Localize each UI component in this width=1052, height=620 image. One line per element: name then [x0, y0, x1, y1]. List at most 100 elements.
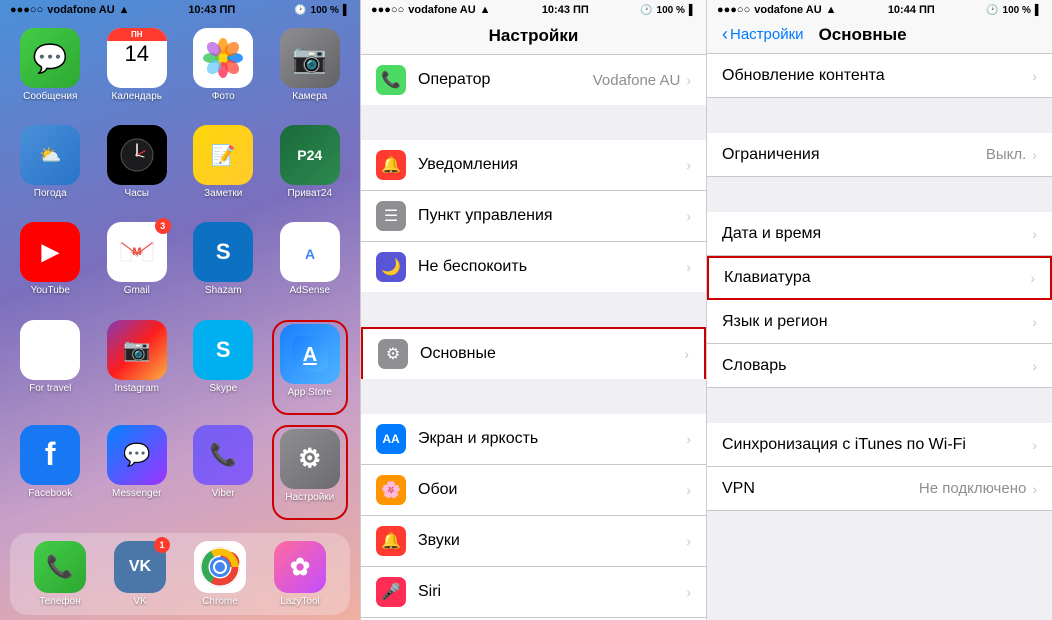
time-3: 10:44 ПП	[888, 4, 935, 16]
itunes-label: Синхронизация с iTunes по Wi-Fi	[722, 436, 1032, 454]
app-settings[interactable]: ⚙ Настройки	[272, 425, 349, 520]
appstore-label: App Store	[288, 387, 332, 398]
viber-label: Viber	[212, 488, 235, 499]
app-lazytool[interactable]: ✿ LazyTool	[274, 541, 326, 607]
vk-icon: 1 VK	[114, 541, 166, 593]
settings-row-notifications[interactable]: 🔔 Уведомления ›	[361, 140, 706, 191]
settings-list[interactable]: 📞 Оператор Vodafone AU › 🔔 Уведомления ›…	[361, 55, 706, 620]
app-weather[interactable]: ⛅ Погода	[12, 125, 89, 212]
settings-row-control[interactable]: ☰ Пункт управления ›	[361, 191, 706, 242]
app-youtube[interactable]: ▶ YouTube	[12, 222, 89, 309]
app-shazam[interactable]: S Shazam	[185, 222, 262, 309]
sounds-chevron: ›	[686, 533, 691, 549]
calendar-icon: ПН 14	[107, 28, 167, 88]
settings-row-dnd[interactable]: 🌙 Не беспокоить ›	[361, 242, 706, 292]
settings-group-general: ⚙ Основные ›	[361, 327, 706, 379]
weather-icon: ⛅	[20, 125, 80, 185]
phone-dock-icon: 📞	[34, 541, 86, 593]
notes-label: Заметки	[204, 188, 242, 199]
lazytool-label: LazyTool	[280, 596, 319, 607]
app-grid: 💬 Сообщения ПН 14 Календарь	[0, 20, 360, 528]
general-icon: ⚙	[378, 339, 408, 369]
vk-label: VK	[133, 596, 146, 607]
app-appstore[interactable]: A App Store	[272, 320, 349, 415]
general-list[interactable]: Обновление контента › Ограничения Выкл. …	[707, 54, 1052, 620]
app-privat24[interactable]: P24 Приват24	[272, 125, 349, 212]
app-chrome[interactable]: Chrome	[194, 541, 246, 607]
settings-row-general[interactable]: ⚙ Основные ›	[361, 327, 706, 379]
general-group-2: Ограничения Выкл. ›	[707, 133, 1052, 177]
status-bar-2: ●●●○○ vodafone AU ▲ 10:43 ПП 🕑 100 % ▌	[361, 0, 706, 20]
gen-sep-3	[707, 388, 1052, 423]
settings-row-display[interactable]: AA Экран и яркость ›	[361, 414, 706, 465]
app-notes[interactable]: 📝 Заметки	[185, 125, 262, 212]
phone2-settings: ●●●○○ vodafone AU ▲ 10:43 ПП 🕑 100 % ▌ Н…	[360, 0, 706, 620]
viber-icon: 📞	[193, 425, 253, 485]
settings-group-3: AA Экран и яркость › 🌸 Обои › 🔔 Звуки › …	[361, 414, 706, 620]
app-facebook[interactable]: f Facebook	[12, 425, 89, 520]
general-row-itunes[interactable]: Синхронизация с iTunes по Wi-Fi ›	[707, 423, 1052, 467]
settings-row-siri[interactable]: 🎤 Siri ›	[361, 567, 706, 618]
app-calendar[interactable]: ПН 14 Календарь	[99, 28, 176, 115]
svg-text:A: A	[303, 344, 317, 366]
general-row-keyboard[interactable]: Клавиатура ›	[707, 256, 1052, 300]
status-bar-1: ●●●○○ vodafone AU ▲ 10:43 ПП 🕑 100 % ▌	[0, 0, 360, 20]
general-row-vpn[interactable]: VPN Не подключено ›	[707, 467, 1052, 511]
settings-row-wallpaper[interactable]: 🌸 Обои ›	[361, 465, 706, 516]
dock: 📞 Телефон 1 VK VK	[10, 533, 350, 615]
gmail-icon: 3 M	[107, 222, 167, 282]
app-photos[interactable]: Фото	[185, 28, 262, 115]
svg-text:A$: A$	[301, 246, 319, 262]
chrome-label: Chrome	[202, 596, 238, 607]
wallpaper-label: Обои	[418, 481, 686, 499]
app-skype[interactable]: S Skype	[185, 320, 262, 415]
display-label: Экран и яркость	[418, 430, 686, 448]
general-row-datetime[interactable]: Дата и время ›	[707, 212, 1052, 256]
update-label: Обновление контента	[722, 67, 1032, 85]
siri-label: Siri	[418, 583, 686, 601]
back-button[interactable]: ‹ Настройки	[722, 24, 804, 45]
carrier-1: ●●●○○ vodafone AU ▲	[10, 4, 130, 16]
app-adsense[interactable]: A A$ AdSense	[272, 222, 349, 309]
general-label: Основные	[420, 345, 684, 363]
notes-icon: 📝	[193, 125, 253, 185]
update-chevron: ›	[1032, 68, 1037, 84]
dnd-label: Не беспокоить	[418, 258, 686, 276]
app-messenger[interactable]: 💬 Messenger	[99, 425, 176, 520]
general-row-language[interactable]: Язык и регион ›	[707, 300, 1052, 344]
general-title: Основные	[819, 25, 907, 45]
language-label: Язык и регион	[722, 313, 1032, 331]
settings-title: Настройки	[371, 26, 696, 46]
general-group-1: Обновление контента ›	[707, 54, 1052, 98]
app-messages[interactable]: 💬 Сообщения	[12, 28, 89, 115]
app-gmail[interactable]: 3 M Gmail	[99, 222, 176, 309]
phone-label: Телефон	[39, 596, 80, 607]
app-vk[interactable]: 1 VK VK	[114, 541, 166, 607]
calendar-label: Календарь	[112, 91, 162, 102]
photos-icon	[193, 28, 253, 88]
app-maps[interactable]: 🗺 For travel	[12, 320, 89, 415]
settings-row-operator[interactable]: 📞 Оператор Vodafone AU ›	[361, 55, 706, 105]
general-row-restrictions[interactable]: Ограничения Выкл. ›	[707, 133, 1052, 177]
adsense-label: AdSense	[289, 285, 330, 296]
notifications-chevron: ›	[686, 157, 691, 173]
skype-label: Skype	[209, 383, 237, 394]
app-instagram[interactable]: 📷 Instagram	[99, 320, 176, 415]
general-row-update[interactable]: Обновление контента ›	[707, 54, 1052, 98]
camera-icon: 📷	[280, 28, 340, 88]
settings-header: Настройки	[361, 20, 706, 55]
app-viber[interactable]: 📞 Viber	[185, 425, 262, 520]
general-group-3: Дата и время › Клавиатура › Язык и регио…	[707, 212, 1052, 388]
gmail-label: Gmail	[124, 285, 150, 296]
appstore-icon: A	[280, 324, 340, 384]
app-phone[interactable]: 📞 Телефон	[34, 541, 86, 607]
messenger-label: Messenger	[112, 488, 161, 499]
operator-value: Vodafone AU	[593, 72, 681, 89]
clock-label: Часы	[125, 188, 149, 199]
app-camera[interactable]: 📷 Камера	[272, 28, 349, 115]
general-row-dictionary[interactable]: Словарь ›	[707, 344, 1052, 388]
back-chevron-icon: ‹	[722, 24, 728, 45]
settings-row-sounds[interactable]: 🔔 Звуки ›	[361, 516, 706, 567]
sep-1	[361, 105, 706, 140]
app-clock[interactable]: Часы	[99, 125, 176, 212]
